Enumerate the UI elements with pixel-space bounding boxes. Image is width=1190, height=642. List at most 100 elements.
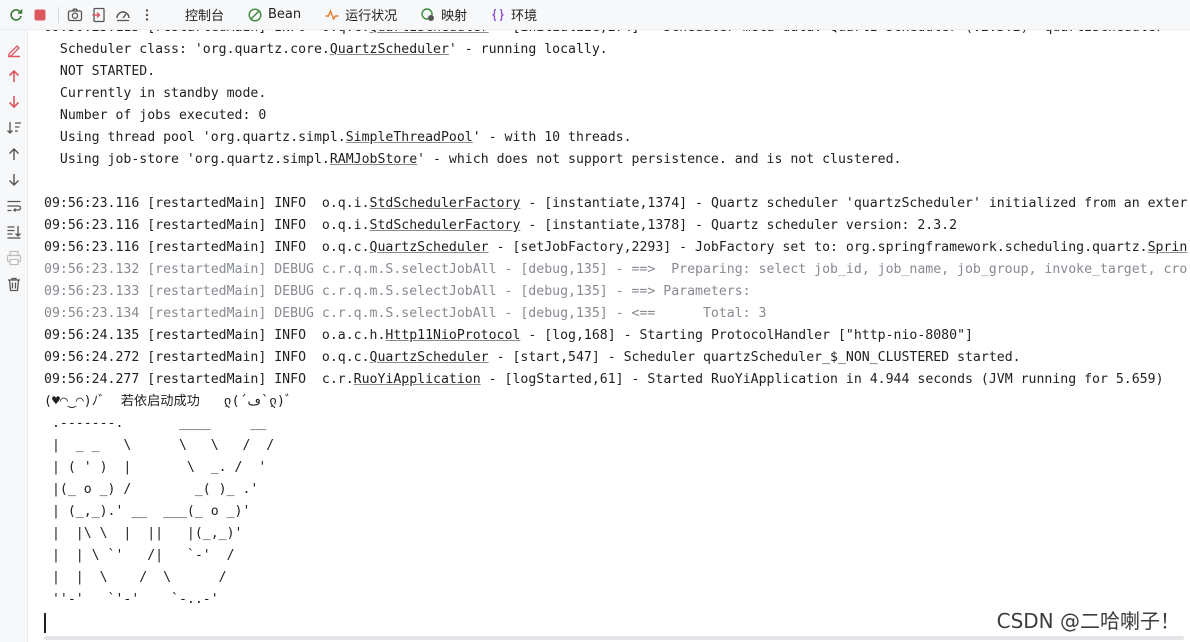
class-link[interactable]: StdSchedulerFactory (370, 196, 521, 211)
class-link[interactable]: QuartzScheduler (330, 42, 449, 57)
console-line: 09:56:24.272 [restartedMain] INFO o.q.c.… (44, 347, 1187, 369)
console-text: - [log,168] - Starting ProtocolHandler [… (520, 328, 973, 343)
tab-environment[interactable]: 环境 (491, 0, 537, 30)
console-text: - [initialize,274] - Scheduler meta-data… (489, 30, 1172, 35)
console-text: 09:56:23.116 [restartedMain] INFO o.q.i. (44, 218, 370, 233)
dashboard-icon[interactable] (115, 7, 131, 23)
console-text: ' - with 10 threads. (472, 130, 632, 145)
up-arrow-icon[interactable] (6, 146, 22, 162)
console-line: .-------. ____ __ (44, 413, 1187, 435)
camera-icon[interactable] (67, 7, 83, 23)
more-icon[interactable] (139, 7, 155, 23)
console-line: Currently in standby mode. (44, 83, 1187, 105)
toolbar-separator (58, 6, 59, 23)
console-text: (♥◠‿◠)ﾉﾞ 若依启动成功 ლ(´ڡ`ლ)ﾞ (44, 394, 308, 409)
console-text: ' - which does not support persistence. … (417, 152, 902, 167)
class-link[interactable]: RAMJobStore (330, 152, 417, 167)
console-text: Number of jobs executed: 0 (44, 108, 267, 123)
console-text: | |\ \ | || |(_,_)' (44, 526, 314, 541)
console-line: (♥◠‿◠)ﾉﾞ 若依启动成功 ლ(´ڡ`ლ)ﾞ (44, 391, 1187, 413)
console-line: | _ _ \ \ \ / / (44, 435, 1187, 457)
class-link[interactable]: Http11NioProtocol (385, 328, 520, 343)
console-text: | | \ `' /| `-' / (44, 548, 322, 563)
console-output[interactable]: 09:56:23.113 [restartedMain] INFO o.q.c.… (28, 30, 1190, 642)
class-link[interactable]: StdSchedulerFactory (370, 218, 521, 233)
console-line: NOT STARTED. (44, 61, 1187, 83)
class-link[interactable]: RuoYiApplication (354, 372, 481, 387)
text-cursor (44, 613, 46, 633)
console-line: 09:56:23.134 [restartedMain] DEBUG c.r.q… (44, 303, 1187, 325)
console-text: | | \ / \ / (44, 570, 314, 585)
console-line: 09:56:23.132 [restartedMain] DEBUG c.r.q… (44, 259, 1187, 281)
console-text: |(_ o _) / _( )_ .' (44, 482, 330, 497)
class-link[interactable]: Sprin (1148, 240, 1188, 255)
console-lines: 09:56:23.113 [restartedMain] INFO o.q.c.… (44, 30, 1187, 611)
up-red-icon[interactable] (6, 68, 22, 84)
bean-icon (248, 7, 262, 22)
class-link[interactable]: QuartzScheduler (370, 240, 489, 255)
console-text: 09:56:23.116 [restartedMain] INFO o.q.i. (44, 196, 370, 211)
console-text: | _ _ \ \ \ / / (44, 438, 307, 453)
console-text: NOT STARTED. (44, 64, 156, 79)
horizontal-scrollbar[interactable] (44, 636, 1184, 640)
console-line: | | \ `' /| `-' / (44, 545, 1187, 567)
trash-icon[interactable] (6, 276, 22, 292)
class-link[interactable]: QuartzScheduler (370, 350, 489, 365)
tab-mapping[interactable]: 映射 (421, 0, 467, 30)
console-text: | ( ' ) | \ _. / ' (44, 460, 322, 475)
down-red-icon[interactable] (6, 94, 22, 110)
mapping-icon (421, 7, 435, 22)
console-line: | |\ \ | || |(_,_)' (44, 523, 1187, 545)
console-line: 09:56:23.116 [restartedMain] INFO o.q.c.… (44, 237, 1187, 259)
class-link[interactable]: QuartzScheduler (370, 30, 489, 35)
stop-icon[interactable] (32, 7, 48, 23)
class-link[interactable]: SimpleThreadPool (346, 130, 473, 145)
exit-icon[interactable] (91, 7, 107, 23)
console-text: - [instantiate,1378] - Quartz scheduler … (520, 218, 958, 233)
console-line: | ( ' ) | \ _. / ' (44, 457, 1187, 479)
console-line: 09:56:23.116 [restartedMain] INFO o.q.i.… (44, 193, 1187, 215)
soft-wrap-icon[interactable] (6, 198, 22, 214)
console-text: - [start,547] - Scheduler quartzSchedule… (488, 350, 1021, 365)
console-text: Currently in standby mode. (44, 86, 267, 101)
console-text: ''-' `'-' `-..-' (44, 592, 330, 607)
environment-icon (491, 8, 505, 22)
rerun-icon[interactable] (8, 7, 24, 23)
console-sidebar (0, 30, 28, 642)
health-icon (325, 8, 339, 22)
console-text: - [logStarted,61] - Started RuoYiApplica… (480, 372, 1164, 387)
console-line: | (_,_).' __ ___(_ o _)' (44, 501, 1187, 523)
console-text: 09:56:23.134 [restartedMain] DEBUG c.r.q… (44, 306, 767, 321)
down-arrow-icon[interactable] (6, 172, 22, 188)
console-text: Using thread pool 'org.quartz.simpl. (44, 130, 346, 145)
console-line: 09:56:23.113 [restartedMain] INFO o.q.c.… (44, 30, 1187, 39)
console-line: 09:56:23.116 [restartedMain] INFO o.q.i.… (44, 215, 1187, 237)
console-text: 09:56:23.116 [restartedMain] INFO o.q.c. (44, 240, 370, 255)
scroll-to-end-icon[interactable] (6, 224, 22, 240)
console-text: Using job-store 'org.quartz.simpl. (44, 152, 330, 167)
console-line: Using thread pool 'org.quartz.simpl.Simp… (44, 127, 1187, 149)
tab-console[interactable]: 控制台 (185, 0, 224, 30)
tab-health[interactable]: 运行状况 (325, 0, 397, 30)
print-icon (6, 250, 22, 266)
console-text: 09:56:23.132 [restartedMain] DEBUG c.r.q… (44, 262, 1188, 277)
console-line: |(_ o _) / _( )_ .' (44, 479, 1187, 501)
console-toolbar: 控制台 Bean 运行状况 映射 环境 (0, 0, 1190, 30)
console-line: Number of jobs executed: 0 (44, 105, 1187, 127)
console-text: 09:56:24.135 [restartedMain] INFO o.a.c.… (44, 328, 386, 343)
console-line: | | \ / \ / (44, 567, 1187, 589)
console-line: Scheduler class: 'org.quartz.core.Quartz… (44, 39, 1187, 61)
clear-icon[interactable] (6, 42, 22, 58)
console-text: 09:56:23.113 [restartedMain] INFO o.q.c. (44, 30, 370, 35)
console-text: 09:56:24.277 [restartedMain] INFO c.r. (44, 372, 354, 387)
tab-bean[interactable]: Bean (248, 0, 301, 30)
console-line: 09:56:24.277 [restartedMain] INFO c.r.Ru… (44, 369, 1187, 391)
sort-down-icon[interactable] (6, 120, 22, 136)
console-text: - [instantiate,1374] - Quartz scheduler … (520, 196, 1188, 211)
console-line: 09:56:24.135 [restartedMain] INFO o.a.c.… (44, 325, 1187, 347)
console-text: .-------. ____ __ (44, 416, 330, 431)
console-text: Scheduler class: 'org.quartz.core. (44, 42, 330, 57)
console-line: 09:56:23.133 [restartedMain] DEBUG c.r.q… (44, 281, 1187, 303)
console-text: 09:56:23.133 [restartedMain] DEBUG c.r.q… (44, 284, 759, 299)
